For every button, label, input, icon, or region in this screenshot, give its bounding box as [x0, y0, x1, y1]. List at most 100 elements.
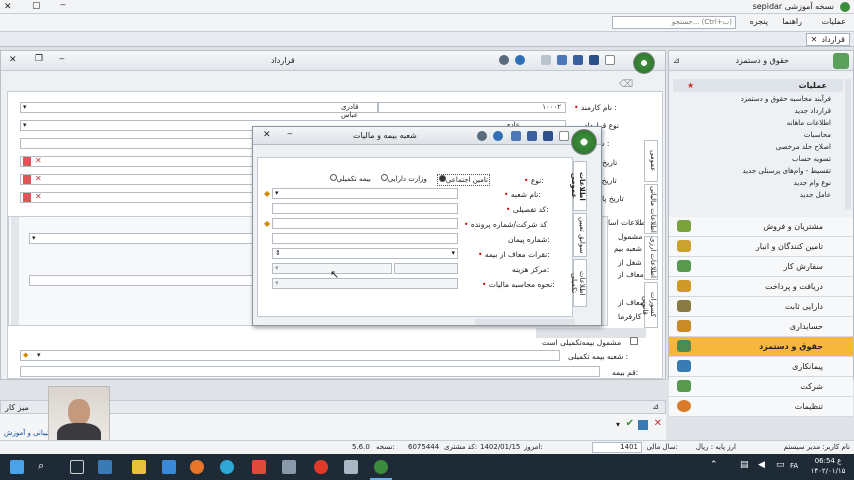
firefox-icon[interactable]	[190, 460, 204, 474]
app2-icon[interactable]	[282, 460, 296, 474]
radio-ministry[interactable]: وزارت دارایی	[380, 174, 427, 186]
branch-name-field[interactable]: ▾	[272, 188, 458, 199]
spinner-icon[interactable]: ⇕	[275, 249, 281, 257]
menu-item-window[interactable]: پنجره	[750, 17, 768, 26]
tab-supplementary-info[interactable]: اطلاعات تکمیلی	[570, 259, 587, 307]
supp-branch-field[interactable]: ◆ ▾	[20, 350, 560, 361]
tab-general[interactable]: عمومی	[644, 140, 658, 182]
pin-icon[interactable]: ⊿	[652, 402, 659, 411]
clear-icon[interactable]: ✕	[35, 192, 42, 201]
close-icon[interactable]: ✕	[654, 418, 662, 429]
tax-method-field[interactable]: ▾	[272, 278, 458, 289]
volume-icon[interactable]: ◀	[758, 460, 765, 470]
minimize-icon[interactable]: ‒	[60, 0, 66, 10]
nav-item[interactable]: اطلاعات ماهانه	[673, 119, 843, 131]
calendar-icon[interactable]	[23, 175, 31, 184]
detail-code-field[interactable]	[272, 203, 458, 214]
grid-icon[interactable]	[638, 420, 648, 430]
radio-supplementary[interactable]: بیمه تکمیلی	[329, 174, 371, 186]
tab-history[interactable]: سوابق تعیین	[573, 213, 587, 257]
module-accounting[interactable]: حسابداری	[669, 317, 853, 337]
module-settings[interactable]: تنظیمات	[669, 397, 853, 417]
dialog-scroll-track[interactable]	[475, 319, 575, 325]
app3-icon[interactable]	[344, 460, 358, 474]
save-close-icon[interactable]	[543, 131, 553, 143]
file-explorer-icon[interactable]	[132, 460, 146, 474]
tab-tax-info[interactable]: اطلاعات مالیاتی	[644, 184, 658, 234]
dropdown-arrow-icon[interactable]: ▾	[616, 420, 620, 429]
store-icon[interactable]	[98, 460, 112, 474]
maximize-icon[interactable]: ▢	[32, 1, 41, 11]
menu-item-help[interactable]: راهنما	[782, 17, 802, 26]
restore-icon[interactable]: ❐	[35, 54, 43, 64]
clock[interactable]: 06:54 ع ۱۴۰۲/۰۱/۱۵	[806, 456, 850, 478]
sepidar-taskbar-icon[interactable]	[374, 460, 388, 474]
nav-item[interactable]: محاسبات	[673, 131, 843, 143]
recorder-icon[interactable]	[252, 460, 266, 474]
lookup-icon[interactable]: ◆	[264, 219, 270, 228]
radio-social-security[interactable]: تامین اجتماعی	[436, 174, 490, 186]
nav-item[interactable]: فرآیند محاسبه حقوق و دستمزد	[673, 95, 843, 107]
module-fixed-assets[interactable]: دارایی ثابت	[669, 297, 853, 317]
info-icon[interactable]	[493, 131, 503, 143]
clear-icon[interactable]: ✕	[35, 174, 42, 183]
tab-deductions[interactable]: کسورات قانونی	[641, 282, 658, 328]
dropdown-arrow-icon[interactable]: ▾	[275, 189, 279, 197]
save-icon[interactable]	[527, 131, 537, 143]
nav-item[interactable]: تسویه حساب	[673, 155, 843, 167]
module-receive-pay[interactable]: دریافت و پرداخت	[669, 277, 853, 297]
dropdown-arrow-icon[interactable]: ▾	[37, 351, 41, 359]
calendar-icon[interactable]	[23, 193, 31, 202]
minimize-icon[interactable]: ‒	[59, 54, 65, 64]
dropdown-arrow-icon[interactable]: ▾	[275, 264, 279, 272]
record-icon[interactable]	[314, 460, 328, 474]
ins-no-field[interactable]	[20, 366, 600, 377]
info-icon[interactable]	[515, 55, 525, 67]
tab-currency-info[interactable]: اطلاعات ارزی	[644, 236, 658, 280]
calendar-icon[interactable]	[23, 157, 31, 166]
search-input[interactable]: جستجو... (Ctrl+ب)	[612, 16, 736, 29]
nav-item[interactable]: نوع وام جدید	[673, 179, 843, 191]
menu-item-operations[interactable]: عملیات	[822, 17, 846, 26]
dropdown-arrow-icon[interactable]: ▾	[451, 249, 455, 257]
close-icon[interactable]: ✕	[263, 130, 271, 140]
nav-item[interactable]: تقسیط - وام‌های پرسنلی جدید	[673, 167, 843, 179]
close-icon[interactable]: ✕	[811, 34, 818, 46]
tray-chevron-icon[interactable]: ⌃	[710, 460, 718, 470]
tab-general-info[interactable]: اطلاعات عمومی	[570, 161, 587, 211]
nav-section-operations[interactable]: عملیات	[673, 79, 843, 92]
save-close-icon[interactable]	[589, 55, 599, 67]
expand-icon[interactable]	[541, 55, 551, 67]
dropdown-arrow-icon[interactable]: ▾	[275, 279, 279, 287]
cost-center-code-field[interactable]	[394, 263, 458, 274]
employee-name-field[interactable]: ▾ قادری عباس	[20, 102, 378, 119]
tab-contract[interactable]: ✕ قرارداد	[805, 33, 850, 46]
close-icon[interactable]: ✕	[4, 2, 12, 12]
exempt-insurance-field[interactable]: ⇕ ▾	[272, 248, 458, 259]
module-contracting[interactable]: پیمانکاری	[669, 357, 853, 377]
branch-no-field[interactable]	[272, 233, 458, 244]
app-icon[interactable]	[162, 460, 176, 474]
network-icon[interactable]: ▤	[740, 460, 749, 470]
nav-item[interactable]: عامل جدید	[673, 191, 843, 203]
pin-icon[interactable]: ⊿	[673, 56, 680, 65]
nav-item[interactable]: قرارداد جدید	[673, 107, 843, 119]
nav-scrollbar[interactable]	[845, 79, 851, 209]
search-icon[interactable]: ⌕	[38, 459, 44, 473]
nav-item[interactable]: اصلاح جلد مرخصی	[673, 143, 843, 155]
module-company[interactable]: شرکت	[669, 377, 853, 397]
employee-code-field[interactable]: ۱۰۰۰۲	[378, 102, 566, 113]
module-suppliers[interactable]: تامین کنندگان و انبار	[669, 237, 853, 257]
module-work-order[interactable]: سفارش کار	[669, 257, 853, 277]
dropdown-arrow-icon[interactable]: ▾	[32, 234, 36, 242]
battery-icon[interactable]: ▭	[776, 460, 785, 470]
lookup-icon[interactable]: ◆	[23, 351, 28, 359]
new-icon[interactable]	[605, 55, 615, 67]
scrollbar[interactable]	[11, 217, 19, 325]
language-indicator[interactable]: FA	[790, 462, 798, 470]
close-icon[interactable]: ✕	[9, 55, 17, 65]
eraser-icon[interactable]: ⌫	[619, 79, 633, 90]
workshop-code-field[interactable]	[272, 218, 458, 229]
supp-insured-checkbox[interactable]	[630, 337, 638, 345]
first-record-icon[interactable]	[511, 131, 521, 143]
